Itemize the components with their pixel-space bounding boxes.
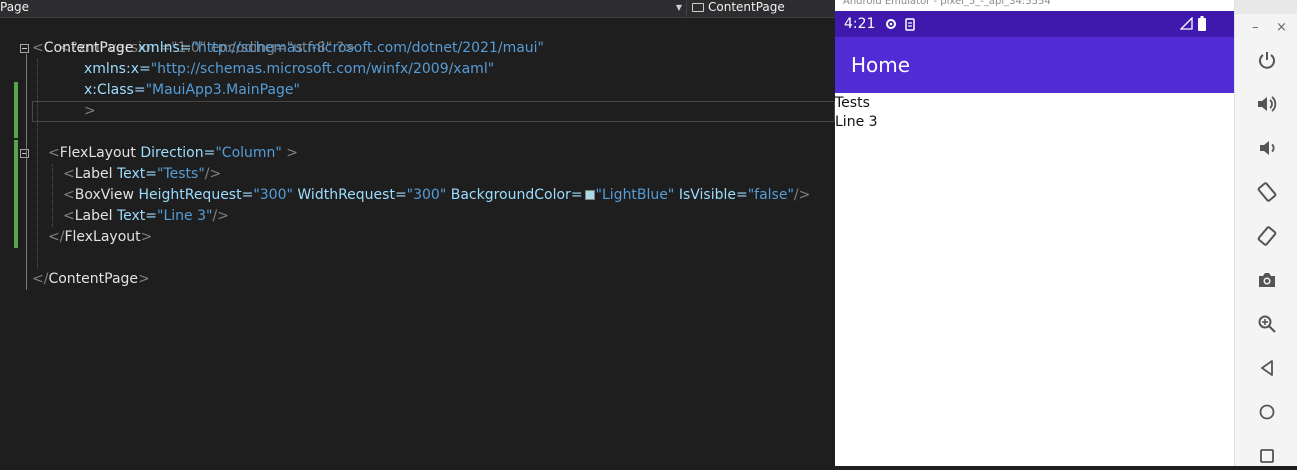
code-line-11: </FlexLayout>: [48, 229, 153, 245]
power-button[interactable]: [1235, 46, 1297, 74]
code-line-13: </ContentPage>: [32, 271, 150, 287]
app-bar: Home: [835, 37, 1234, 93]
page-title: Home: [851, 53, 911, 77]
element-icon: [692, 3, 704, 12]
indent-guide: [37, 59, 38, 269]
home-icon: [1259, 404, 1274, 420]
camera-icon: [1258, 273, 1275, 287]
close-button[interactable]: ×: [1276, 20, 1287, 35]
emulator-toolbar: – ×: [1234, 0, 1297, 466]
dropdown-caret-icon[interactable]: ▼: [672, 0, 686, 15]
nav-left-dropdown[interactable]: Page: [0, 0, 29, 15]
power-icon: [1258, 52, 1275, 69]
current-line-highlight: [32, 101, 835, 122]
code-line-9: <BoxView HeightRequest="300" WidthReques…: [63, 187, 811, 203]
back-icon: [1260, 360, 1273, 376]
emulator-screen[interactable]: Android Emulator - pixel_5_-_api_34:5554…: [835, 0, 1234, 466]
rotate-left-button[interactable]: [1235, 178, 1297, 206]
nav-right-label: ContentPage: [708, 0, 785, 14]
code-line-1: <?xml version="1.0" encoding="utf-8" ?>: [58, 40, 356, 56]
page-content: Tests Line 3: [835, 93, 1234, 466]
code-line-5: >: [84, 103, 96, 119]
change-indicator: [14, 140, 18, 248]
label-tests: Tests: [835, 95, 870, 111]
code-line-3: xmlns:x="http://schemas.microsoft.com/wi…: [84, 61, 495, 77]
volume-down-button[interactable]: [1235, 134, 1297, 162]
battery-icon: [1198, 16, 1206, 31]
code-line-8: <Label Text="Tests"/>: [63, 166, 222, 182]
rotate-left-icon: [1257, 182, 1276, 202]
change-indicator: [14, 82, 18, 138]
back-button[interactable]: [1235, 354, 1297, 382]
zoom-button[interactable]: [1235, 310, 1297, 338]
volume-down-icon: [1259, 141, 1275, 155]
code-line-2: <ContentPage xmlns="http://schemas.micro…: [32, 40, 544, 56]
code-area[interactable]: <?xml version="1.0" encoding="utf-8" ?> …: [0, 17, 835, 466]
indent-guide: [26, 54, 27, 290]
label-line-3: Line 3: [835, 114, 878, 130]
volume-up-button[interactable]: [1235, 90, 1297, 118]
color-swatch-icon[interactable]: [584, 190, 595, 200]
nav-right-dropdown[interactable]: ContentPage: [686, 0, 835, 17]
status-bar: 4:21: [835, 11, 1234, 37]
code-line-7: <FlexLayout Direction="Column" >: [48, 145, 299, 161]
status-time: 4:21: [844, 16, 876, 32]
fold-collapse-icon[interactable]: [20, 149, 29, 158]
fold-collapse-icon[interactable]: [20, 44, 29, 53]
screenshot-button[interactable]: [1235, 266, 1297, 294]
rotate-right-button[interactable]: [1235, 222, 1297, 250]
editor-navigation-bar: Page ▼ ContentPage: [0, 0, 835, 18]
home-button[interactable]: [1235, 398, 1297, 426]
minimize-button[interactable]: –: [1252, 20, 1259, 35]
emulator-title: Android Emulator - pixel_5_-_api_34:5554: [835, 0, 1234, 11]
rotate-right-icon: [1257, 226, 1276, 246]
toolbar-top-strip: [1235, 0, 1297, 14]
code-editor[interactable]: Page ▼ ContentPage <?xml version="1.0" e…: [0, 0, 835, 466]
volume-up-icon: [1257, 96, 1276, 112]
indent-guide: [52, 164, 53, 227]
zoom-icon: [1258, 315, 1276, 333]
overview-icon: [1259, 449, 1274, 463]
code-line-4: x:Class="MauiApp3.MainPage": [84, 82, 300, 98]
code-line-10: <Label Text="Line 3"/>: [63, 208, 229, 224]
signal-icon: [1180, 17, 1193, 30]
sim-icon: [905, 18, 915, 31]
gear-icon: [886, 19, 896, 29]
